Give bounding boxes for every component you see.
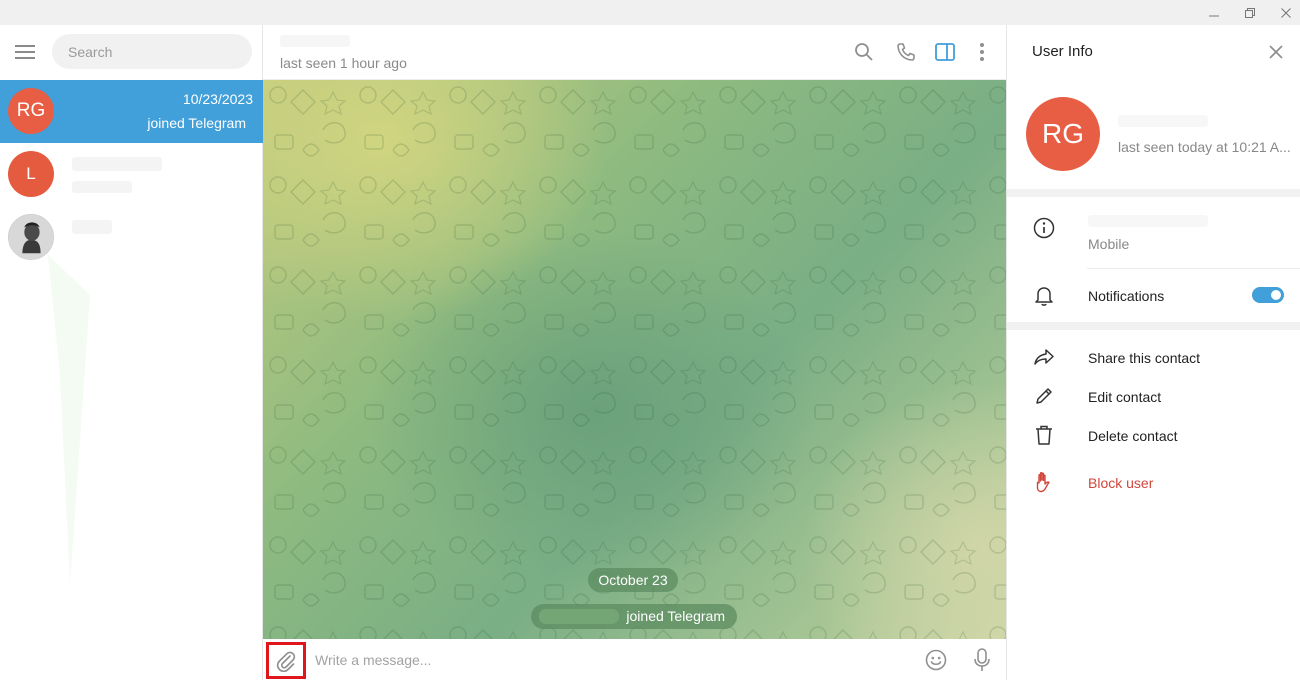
redacted-area: [48, 255, 90, 585]
chat-list-item[interactable]: RG 10/23/2023 joined Telegram: [0, 80, 263, 143]
hand-icon-wrap: [1032, 470, 1056, 494]
chat-list-sidebar: RG 10/23/2023 joined Telegram L: [0, 25, 263, 680]
call-button[interactable]: [894, 40, 918, 64]
avatar: L: [8, 151, 54, 197]
close-icon: [1269, 45, 1283, 59]
phone-label: Mobile: [1088, 236, 1130, 252]
phone-icon: [897, 43, 915, 61]
user-silhouette-icon: [9, 215, 53, 259]
row-separator: [1087, 268, 1300, 269]
trash-icon-wrap: [1032, 423, 1056, 447]
section-divider: [1007, 189, 1300, 197]
sidebar-header: [0, 25, 263, 80]
chat-list-item[interactable]: L: [0, 143, 263, 206]
share-icon: [1034, 349, 1054, 365]
redacted-contact-name: [280, 35, 350, 47]
attach-file-button[interactable]: [266, 642, 306, 679]
redacted-profile-name: [1118, 115, 1208, 127]
service-message-text: joined Telegram: [626, 608, 725, 624]
paperclip-icon: [276, 651, 296, 672]
redacted-name: [539, 609, 619, 624]
redacted-name: [72, 220, 112, 234]
message-input[interactable]: [315, 647, 875, 673]
notifications-toggle[interactable]: [1252, 287, 1284, 303]
microphone-icon: [974, 648, 990, 671]
bell-icon: [1035, 287, 1053, 306]
window-titlebar: [0, 0, 1300, 25]
profile-avatar[interactable]: RG: [1026, 97, 1100, 171]
toggle-info-panel-button[interactable]: [933, 40, 957, 64]
window-close-button[interactable]: [1269, 0, 1300, 25]
redacted-preview: [72, 181, 132, 193]
emoji-button[interactable]: [924, 648, 948, 672]
trash-icon: [1036, 425, 1052, 445]
share-contact-button[interactable]: Share this contact: [1088, 350, 1200, 366]
more-options-button[interactable]: [970, 40, 994, 64]
voice-record-button[interactable]: [970, 648, 994, 672]
more-vertical-icon: [980, 43, 984, 61]
delete-contact-button[interactable]: Delete contact: [1088, 428, 1178, 444]
minimize-icon: [1209, 15, 1219, 16]
minimize-button[interactable]: [1197, 0, 1231, 25]
date-separator: October 23: [588, 568, 678, 592]
bell-icon-wrap: [1032, 284, 1056, 308]
contact-status: last seen 1 hour ago: [280, 55, 407, 71]
toggle-knob: [1269, 288, 1283, 302]
chat-date: 10/23/2023: [182, 91, 253, 107]
panel-title: User Info: [1032, 43, 1093, 60]
avatar: RG: [8, 88, 54, 134]
chat-messages-area: October 23 joined Telegram: [263, 80, 1006, 639]
info-icon: [1033, 217, 1055, 239]
restore-icon: [1245, 7, 1255, 18]
close-info-button[interactable]: [1266, 42, 1286, 62]
chat-preview: joined Telegram: [147, 115, 246, 131]
redacted-phone-number: [1088, 215, 1208, 227]
block-user-button[interactable]: Block user: [1088, 475, 1153, 491]
message-composer: [263, 639, 1006, 680]
service-message: joined Telegram: [531, 604, 737, 629]
pencil-icon: [1036, 388, 1052, 404]
hamburger-menu-icon: [15, 45, 35, 59]
block-hand-icon: [1036, 472, 1050, 493]
search-button[interactable]: [852, 40, 876, 64]
redacted-name: [72, 157, 162, 171]
share-icon-wrap: [1032, 345, 1056, 369]
section-divider: [1007, 322, 1300, 330]
sidebar-toggle-icon: [935, 43, 955, 61]
restore-button[interactable]: [1233, 0, 1267, 25]
notifications-label: Notifications: [1088, 288, 1165, 304]
edit-contact-button[interactable]: Edit contact: [1088, 389, 1161, 405]
info-icon-wrap: [1032, 216, 1056, 240]
chat-header: last seen 1 hour ago: [263, 25, 1006, 80]
main-menu-button[interactable]: [10, 37, 40, 67]
avatar-photo: [8, 214, 54, 260]
pencil-icon-wrap: [1032, 384, 1056, 408]
wallpaper-doodle-pattern: [263, 80, 1006, 639]
user-info-panel: User Info RG last seen today at 10:21 A.…: [1006, 25, 1300, 680]
search-icon: [855, 43, 873, 61]
search-input[interactable]: [52, 34, 252, 69]
close-icon: [1281, 7, 1291, 18]
emoji-icon: [925, 649, 947, 671]
profile-status: last seen today at 10:21 A...: [1118, 139, 1291, 155]
